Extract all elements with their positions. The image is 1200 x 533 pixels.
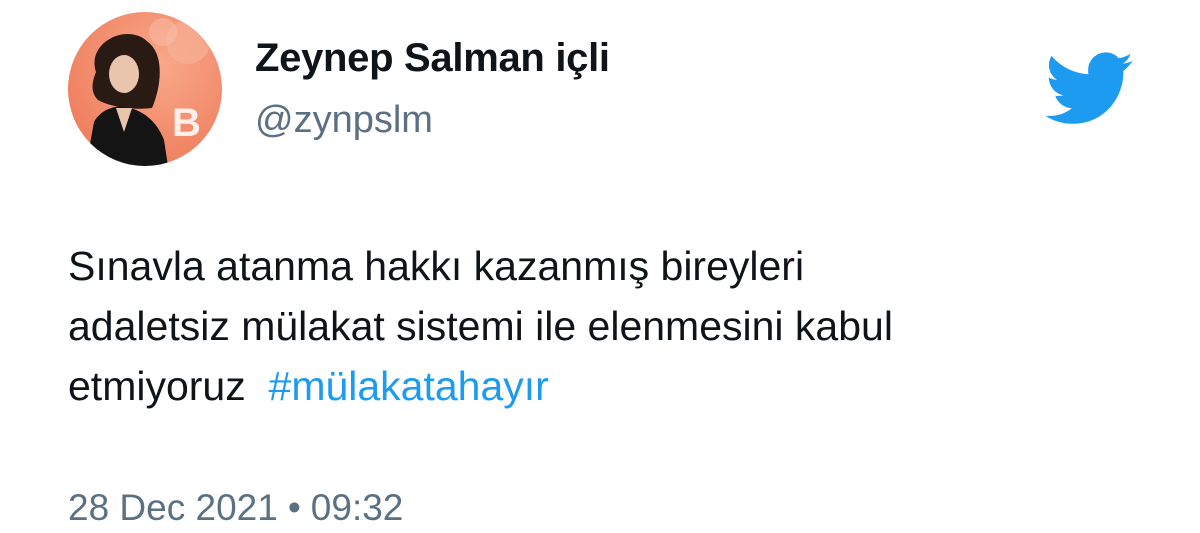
hashtag-link[interactable]: #mülakatahayır: [269, 363, 549, 409]
meta-separator: •: [287, 487, 301, 528]
svg-text:B: B: [172, 101, 201, 145]
tweet-timestamp[interactable]: 28 Dec 2021 • 09:32: [68, 487, 403, 529]
tweet-text-line: etmiyoruz #mülakatahayır: [68, 356, 1148, 416]
tweet-time: 09:32: [310, 487, 404, 528]
tweet-date: 28 Dec 2021: [68, 487, 278, 528]
profile-photo-icon: B: [68, 12, 222, 166]
avatar[interactable]: B: [68, 12, 222, 166]
user-handle[interactable]: @zynpslm: [255, 99, 433, 142]
twitter-bird-icon[interactable]: [1045, 52, 1135, 126]
display-name[interactable]: Zeynep Salman içli: [255, 36, 610, 81]
tweet-text-line: Sınavla atanma hakkı kazanmış bireyleri: [68, 243, 805, 289]
tweet-text-line-end: etmiyoruz: [68, 363, 246, 409]
tweet-text: Sınavla atanma hakkı kazanmış bireyleri …: [68, 236, 1148, 416]
tweet-text-line: adaletsiz mülakat sistemi ile elenmesini…: [68, 303, 893, 349]
tweet-card: B Zeynep Salman içli @zynpslm Sınavla at…: [0, 0, 1200, 533]
